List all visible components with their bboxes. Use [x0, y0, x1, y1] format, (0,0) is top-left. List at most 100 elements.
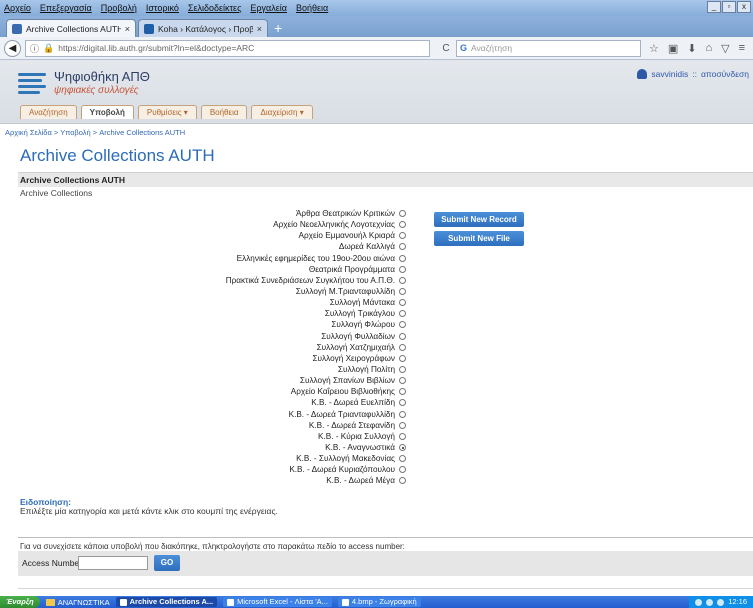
collection-radio[interactable]	[399, 221, 406, 229]
collection-option[interactable]: Συλλογή Τρικάγλου	[325, 308, 406, 319]
browser-tab-archive[interactable]: Archive Collections AUTH - Αρ... ×	[6, 19, 136, 37]
menu-bookmarks[interactable]: Σελιδοδείκτες	[188, 3, 242, 13]
maximize-button[interactable]: ▫	[722, 1, 736, 13]
menu-file[interactable]: Αρχείο	[4, 3, 31, 13]
collection-radio[interactable]	[399, 243, 406, 251]
reload-icon[interactable]: C	[438, 40, 454, 57]
minimize-button[interactable]: _	[707, 1, 721, 13]
quick-launch-folder[interactable]: ΑΝΑΓΝΩΣΤΙΚΑ	[45, 598, 110, 607]
collection-radio[interactable]	[399, 332, 406, 340]
collection-option[interactable]: Αρχείο Καΐρειου Βιβλιοθήκης	[291, 386, 406, 397]
logout-link[interactable]: αποσύνδεση	[701, 69, 749, 79]
browser-tabstrip: Archive Collections AUTH - Αρ... × Koha …	[0, 16, 753, 37]
collection-option[interactable]: Συλλογή Χειρογράφων	[313, 353, 406, 364]
menu-history[interactable]: Ιστορικό	[146, 3, 179, 13]
download-icon[interactable]: ⬇	[687, 42, 696, 55]
collection-option[interactable]: Δωρεά Καλλιγά	[339, 241, 406, 252]
breadcrumb[interactable]: Αρχική Σελίδα > Υποβολή > Archive Collec…	[5, 128, 185, 137]
collection-option[interactable]: Πρακτικά Συνεδριάσεων Συγκλήτου του Α.Π.…	[226, 275, 406, 286]
menu-view[interactable]: Προβολή	[101, 3, 137, 13]
collection-radio[interactable]	[399, 421, 406, 429]
collection-radio[interactable]	[399, 299, 406, 307]
submit-new-file-button[interactable]: Submit New File	[434, 231, 524, 246]
collection-option-label: Άρθρα Θεατρικών Κριτικών	[295, 209, 395, 219]
pocket-icon[interactable]: ▽	[721, 42, 729, 55]
collection-radio[interactable]	[399, 210, 406, 218]
go-button[interactable]: GO	[154, 555, 180, 571]
collection-option[interactable]: Ελληνικές εφημερίδες του 19ου-20ου αιώνα	[237, 253, 406, 264]
collection-option[interactable]: Συλλογή Φυλλαδίων	[321, 331, 406, 342]
new-tab-button[interactable]: +	[274, 19, 282, 37]
collection-radio[interactable]	[399, 477, 406, 485]
menu-help[interactable]: Βοήθεια	[296, 3, 328, 13]
menu-tools[interactable]: Εργαλεία	[250, 3, 287, 13]
collection-radio[interactable]	[399, 354, 406, 362]
search-bar[interactable]: G Αναζήτηση	[456, 39, 641, 57]
collection-radio[interactable]	[399, 310, 406, 318]
collection-radio[interactable]	[399, 288, 406, 296]
collection-radio[interactable]	[399, 399, 406, 407]
collection-radio[interactable]	[399, 366, 406, 374]
collection-option[interactable]: Συλλογή Φλώρου	[331, 319, 406, 330]
collection-option[interactable]: Κ.Β. - Δωρεά Στεφανίδη	[309, 420, 406, 431]
collection-radio[interactable]	[399, 254, 406, 262]
tab-admin[interactable]: Διαχείριση ▾	[251, 105, 313, 119]
collection-radio[interactable]	[399, 455, 406, 463]
back-button[interactable]: ◀	[4, 39, 21, 57]
collection-option[interactable]: Αρχείο Εμμανουήλ Κριαρά	[299, 230, 406, 241]
collection-radio[interactable]	[399, 410, 406, 418]
submit-new-record-button[interactable]: Submit New Record	[434, 212, 524, 227]
paint-icon	[341, 598, 349, 606]
access-number-input[interactable]	[78, 556, 148, 570]
collection-option[interactable]: Συλλογή Μάντακα	[330, 297, 406, 308]
tab-submit[interactable]: Υποβολή	[80, 105, 134, 119]
home-icon[interactable]: ⌂	[706, 42, 713, 55]
address-bar[interactable]: ⓘ 🔒 https://digital.lib.auth.gr/submit?l…	[25, 39, 430, 57]
tray-icon[interactable]	[695, 598, 703, 606]
tab-help[interactable]: Βοήθεια	[200, 105, 248, 119]
close-window-button[interactable]: x	[737, 1, 751, 13]
reader-icon[interactable]: ▣	[668, 42, 678, 55]
collection-radio[interactable]	[399, 321, 406, 329]
collection-option[interactable]: Θεατρικά Προγράμματα	[309, 264, 406, 275]
collection-option[interactable]: Αρχείο Νεοελληνικής Λογοτεχνίας	[273, 219, 406, 230]
taskbar-item-firefox[interactable]: Archive Collections A...	[115, 597, 218, 607]
collection-option[interactable]: Κ.Β. - Δωρεά Τριανταφυλλίδη	[289, 409, 406, 420]
collection-radio[interactable]	[399, 432, 406, 440]
collection-option[interactable]: Κ.Β. - Δωρεά Μέγα	[326, 475, 406, 486]
user-name[interactable]: savvinidis	[651, 69, 688, 79]
tray-icon[interactable]	[706, 598, 714, 606]
collection-option[interactable]: Κ.Β. - Δωρεά Κυριαζόπουλου	[289, 464, 406, 475]
close-tab-icon[interactable]: ×	[257, 24, 262, 34]
tray-icon[interactable]	[717, 598, 725, 606]
collection-option[interactable]: Συλλογή Πολίτη	[338, 364, 406, 375]
collection-option[interactable]: Κ.Β. - Συλλογή Μακεδονίας	[296, 453, 406, 464]
taskbar-item-paint[interactable]: 4.bmp - Ζωγραφική	[337, 597, 421, 607]
collection-option[interactable]: Κ.Β. - Δωρεά Ευελπίδη	[311, 397, 406, 408]
close-tab-icon[interactable]: ×	[125, 24, 130, 34]
collection-radio[interactable]	[399, 388, 406, 396]
site-logo[interactable]: Ψηφιοθήκη ΑΠΘ ψηφιακές συλλογές	[18, 66, 198, 100]
collection-radio[interactable]	[399, 343, 406, 351]
collection-radio[interactable]	[399, 265, 406, 273]
tab-settings[interactable]: Ρυθμίσεις ▾	[137, 105, 197, 119]
bookmark-star-icon[interactable]: ☆	[649, 42, 659, 55]
browser-tab-koha[interactable]: Koha › Κατάλογος › Προβολή ... ×	[138, 19, 268, 37]
taskbar-item-excel[interactable]: Microsoft Excel - Λίστα 'Α...	[223, 597, 332, 607]
collection-option[interactable]: Άρθρα Θεατρικών Κριτικών	[296, 208, 406, 219]
collection-option[interactable]: Συλλογή Μ.Τριανταφυλλίδη	[296, 286, 406, 297]
menu-icon[interactable]: ≡	[739, 42, 745, 55]
collection-option[interactable]: Συλλογή Χατζημιχαήλ	[317, 342, 406, 353]
tab-search[interactable]: Αναζήτηση	[20, 105, 77, 119]
collection-radio[interactable]	[399, 232, 406, 240]
collection-radio[interactable]	[399, 377, 406, 385]
collection-radio[interactable]	[399, 276, 406, 284]
collection-option[interactable]: Συλλογή Σπανίων Βιβλίων	[300, 375, 406, 386]
start-button[interactable]: Έναρξη	[0, 596, 40, 608]
collection-radio[interactable]	[399, 444, 406, 452]
collection-radio[interactable]	[399, 466, 406, 474]
favicon-icon	[144, 23, 154, 34]
menu-edit[interactable]: Επεξεργασία	[40, 3, 92, 13]
collection-option[interactable]: Κ.Β. - Κύρια Συλλογή	[318, 431, 406, 442]
collection-option[interactable]: Κ.Β. - Αναγνωστικά	[325, 442, 406, 453]
